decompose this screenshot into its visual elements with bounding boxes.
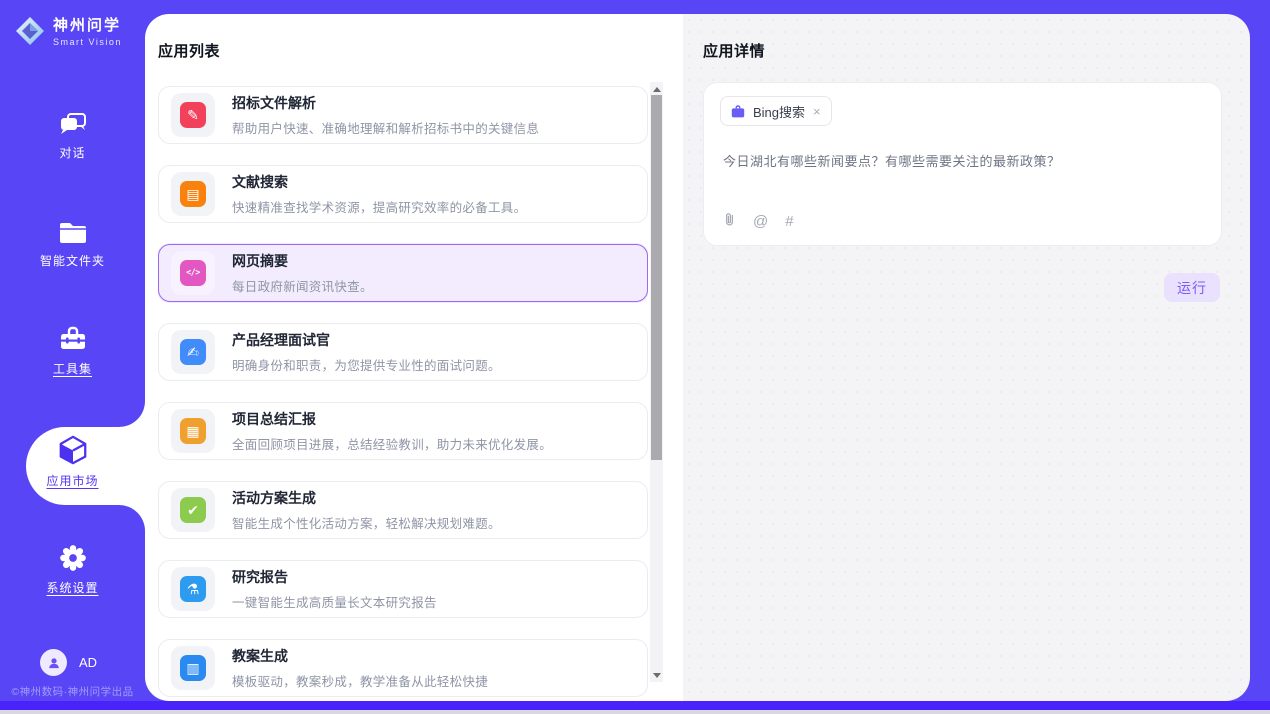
app-card-description: 模板驱动，教案秒成，教学准备从此轻松快捷 xyxy=(232,671,488,690)
hash-icon[interactable]: # xyxy=(785,214,793,229)
cube-icon xyxy=(56,434,90,466)
app-window: 神州问学 Smart Vision 对话 智能文件夹 xyxy=(0,0,1270,714)
toolbox-icon xyxy=(58,326,88,354)
app-card-title: 网页摘要 xyxy=(232,251,373,271)
app-card[interactable]: ▤ 文献搜索 快速精准查找学术资源，提高研究效率的必备工具。 xyxy=(158,165,648,223)
app-detail-title: 应用详情 xyxy=(703,40,765,61)
research-report-icon: ⚗ xyxy=(180,576,206,602)
sidebar-item-app-market[interactable]: 应用市场 xyxy=(0,434,145,489)
pm-interviewer-icon: ✍ xyxy=(180,339,206,365)
avatar xyxy=(40,649,67,676)
active-tab-curve-top xyxy=(119,401,145,427)
scrollbar[interactable] xyxy=(650,82,663,682)
app-list-title: 应用列表 xyxy=(158,40,220,61)
tender-doc-icon: ✎ xyxy=(180,102,206,128)
brand-logo: 神州问学 Smart Vision xyxy=(15,14,122,47)
folder-icon xyxy=(58,220,88,246)
sidebar-item-label: 对话 xyxy=(0,144,145,161)
brand-subtitle: Smart Vision xyxy=(53,37,122,47)
app-icon-tile: ▥ xyxy=(171,646,215,690)
app-card-title: 活动方案生成 xyxy=(232,488,501,508)
app-card-title: 招标文件解析 xyxy=(232,93,539,113)
triangle-down-icon xyxy=(653,673,661,678)
scroll-up-button[interactable] xyxy=(650,82,663,96)
scroll-down-button[interactable] xyxy=(650,668,663,682)
app-card-description: 智能生成个性化活动方案，轻松解决规划难题。 xyxy=(232,513,501,532)
app-icon-tile: ▤ xyxy=(171,172,215,216)
app-icon-tile: ✎ xyxy=(171,93,215,137)
run-button[interactable]: 运行 xyxy=(1164,273,1220,302)
lesson-plan-icon: ▥ xyxy=(180,655,206,681)
app-card[interactable]: ▥ 教案生成 模板驱动，教案秒成，教学准备从此轻松快捷 xyxy=(158,639,648,697)
app-card-description: 每日政府新闻资讯快查。 xyxy=(232,276,373,295)
query-text[interactable]: 今日湖北有哪些新闻要点？有哪些需要关注的最新政策？ xyxy=(723,151,1205,170)
sidebar-item-chat[interactable]: 对话 xyxy=(0,110,145,161)
app-list-panel: 应用列表 ✎ 招标文件解析 帮助用户快速、准确地理解和解析招标书中的关键信息 ▤… xyxy=(145,14,683,701)
literature-search-icon: ▤ xyxy=(180,181,206,207)
copyright-text: ©神州数码·神州问学出品 xyxy=(0,684,145,699)
diamond-logo-icon xyxy=(15,16,45,46)
sidebar-item-toolset[interactable]: 工具集 xyxy=(0,326,145,377)
app-card-description: 帮助用户快速、准确地理解和解析招标书中的关键信息 xyxy=(232,118,539,137)
bottom-accent-bar xyxy=(0,701,1270,710)
person-icon xyxy=(46,655,62,671)
user-initials: AD xyxy=(79,655,97,670)
web-summary-icon: </> xyxy=(180,260,206,286)
sidebar-item-settings[interactable]: 系统设置 xyxy=(0,543,145,596)
app-card[interactable]: ✔ 活动方案生成 智能生成个性化活动方案，轻松解决规划难题。 xyxy=(158,481,648,539)
briefcase-icon xyxy=(731,105,745,118)
app-card[interactable]: ✎ 招标文件解析 帮助用户快速、准确地理解和解析招标书中的关键信息 xyxy=(158,86,648,144)
app-card-description: 全面回顾项目进展，总结经验教训，助力未来优化发展。 xyxy=(232,434,552,453)
sidebar-item-label: 智能文件夹 xyxy=(0,252,145,269)
app-card-description: 一键智能生成高质量长文本研究报告 xyxy=(232,592,437,611)
brand-name: 神州问学 xyxy=(53,14,122,35)
app-card-title: 项目总结汇报 xyxy=(232,409,552,429)
app-card[interactable]: ⚗ 研究报告 一键智能生成高质量长文本研究报告 xyxy=(158,560,648,618)
sidebar-item-smart-folder[interactable]: 智能文件夹 xyxy=(0,220,145,269)
sidebar-item-label: 系统设置 xyxy=(0,579,145,596)
scrollbar-thumb[interactable] xyxy=(651,95,662,460)
project-summary-icon: ▦ xyxy=(180,418,206,444)
app-card[interactable]: ✍ 产品经理面试官 明确身份和职责，为您提供专业性的面试问题。 xyxy=(158,323,648,381)
active-tab-curve-bottom xyxy=(119,505,145,531)
tool-chip-bing-search[interactable]: Bing搜索 × xyxy=(720,96,832,126)
attachment-icon[interactable] xyxy=(723,211,736,231)
app-icon-tile: ▦ xyxy=(171,409,215,453)
app-icon-tile: ⚗ xyxy=(171,567,215,611)
triangle-up-icon xyxy=(653,87,661,92)
app-card-description: 明确身份和职责，为您提供专业性的面试问题。 xyxy=(232,355,501,374)
app-icon-tile: </> xyxy=(171,251,215,295)
app-card[interactable]: ▦ 项目总结汇报 全面回顾项目进展，总结经验教训，助力未来优化发展。 xyxy=(158,402,648,460)
app-detail-panel: 应用详情 Bing搜索 × 今日湖北有哪些新闻要点？有哪些需要关注的最新政策？ xyxy=(683,14,1250,701)
app-card-title: 教案生成 xyxy=(232,646,488,666)
app-card[interactable]: </> 网页摘要 每日政府新闻资讯快查。 xyxy=(158,244,648,302)
chat-icon xyxy=(58,110,88,138)
mention-icon[interactable]: @ xyxy=(753,214,768,229)
sidebar: 神州问学 Smart Vision 对话 智能文件夹 xyxy=(0,0,145,702)
close-icon[interactable]: × xyxy=(813,105,821,118)
prompt-input-card[interactable]: Bing搜索 × 今日湖北有哪些新闻要点？有哪些需要关注的最新政策？ @ # xyxy=(703,82,1222,246)
main-content: 应用列表 ✎ 招标文件解析 帮助用户快速、准确地理解和解析招标书中的关键信息 ▤… xyxy=(145,14,1250,701)
sidebar-item-label: 应用市场 xyxy=(0,472,145,489)
app-card-title: 产品经理面试官 xyxy=(232,330,501,350)
app-card-description: 快速精准查找学术资源，提高研究效率的必备工具。 xyxy=(232,197,526,216)
app-card-list: ✎ 招标文件解析 帮助用户快速、准确地理解和解析招标书中的关键信息 ▤ 文献搜索… xyxy=(158,86,648,701)
sidebar-item-label: 工具集 xyxy=(0,360,145,377)
tool-chip-label: Bing搜索 xyxy=(753,102,805,121)
app-icon-tile: ✍ xyxy=(171,330,215,374)
event-plan-icon: ✔ xyxy=(180,497,206,523)
app-icon-tile: ✔ xyxy=(171,488,215,532)
user-avatar-row[interactable]: AD xyxy=(40,649,97,676)
app-card-title: 研究报告 xyxy=(232,567,437,587)
gear-icon xyxy=(58,543,88,573)
composer-toolbar: @ # xyxy=(723,211,794,231)
app-card-title: 文献搜索 xyxy=(232,172,526,192)
